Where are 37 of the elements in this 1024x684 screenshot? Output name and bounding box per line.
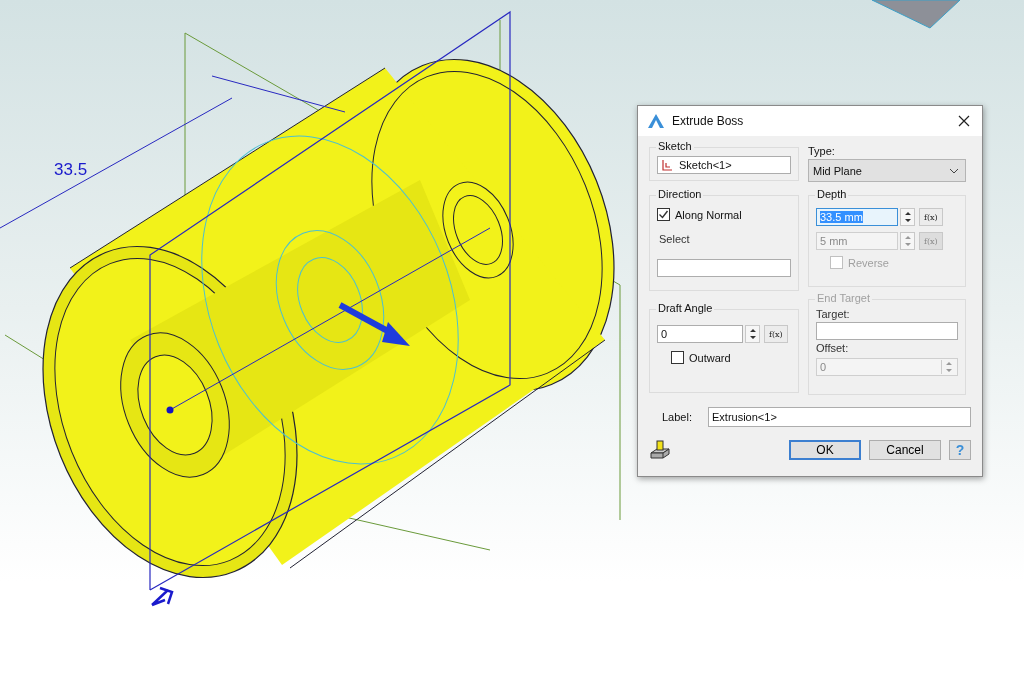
formula-button[interactable]: f(x) xyxy=(919,208,943,226)
group-label: Depth xyxy=(815,188,849,200)
up-down-arrows-icon xyxy=(748,327,757,341)
app-logo-icon xyxy=(648,114,664,128)
dialog-title: Extrude Boss xyxy=(672,114,745,128)
spinner-icon[interactable] xyxy=(945,360,953,374)
type-dropdown[interactable]: Mid Plane xyxy=(808,159,966,182)
label-field[interactable]: Extrusion<1> xyxy=(708,407,971,427)
axis-triad-icon xyxy=(150,586,174,607)
sketch-field[interactable]: Sketch<1> xyxy=(657,156,791,174)
target-label: Target: xyxy=(816,308,851,320)
extrude-feature-icon xyxy=(649,439,671,461)
formula-button[interactable]: f(x) xyxy=(764,325,788,343)
checkbox[interactable]: Outward xyxy=(657,351,791,364)
group-label: Draft Angle xyxy=(656,302,715,314)
up-down-arrows-icon xyxy=(903,234,912,248)
dimension-label[interactable]: 33.5 xyxy=(54,160,88,179)
checkbox[interactable]: Along Normal xyxy=(657,208,791,221)
sketch-icon xyxy=(661,159,673,171)
close-icon[interactable] xyxy=(956,113,972,129)
group-label: Sketch xyxy=(656,140,694,152)
caret-icon xyxy=(949,167,959,174)
spinner-control[interactable] xyxy=(745,325,760,343)
offset-label: Offset: xyxy=(816,342,850,354)
view-cube-icon[interactable] xyxy=(871,0,961,29)
select-label: Select xyxy=(658,232,691,247)
cancel-button[interactable]: Cancel xyxy=(869,440,941,460)
group-label: Direction xyxy=(656,188,704,200)
type-label: Type: xyxy=(808,144,836,157)
group-label: End Target xyxy=(815,292,872,304)
up-down-arrows-icon xyxy=(903,210,912,224)
label-caption: Label: xyxy=(662,411,692,423)
ok-button[interactable]: OK xyxy=(789,440,861,460)
selection-field[interactable] xyxy=(657,259,791,277)
check-mark-icon xyxy=(658,209,669,220)
spinner-control[interactable] xyxy=(900,208,915,226)
number-field[interactable]: 0 xyxy=(657,325,743,343)
